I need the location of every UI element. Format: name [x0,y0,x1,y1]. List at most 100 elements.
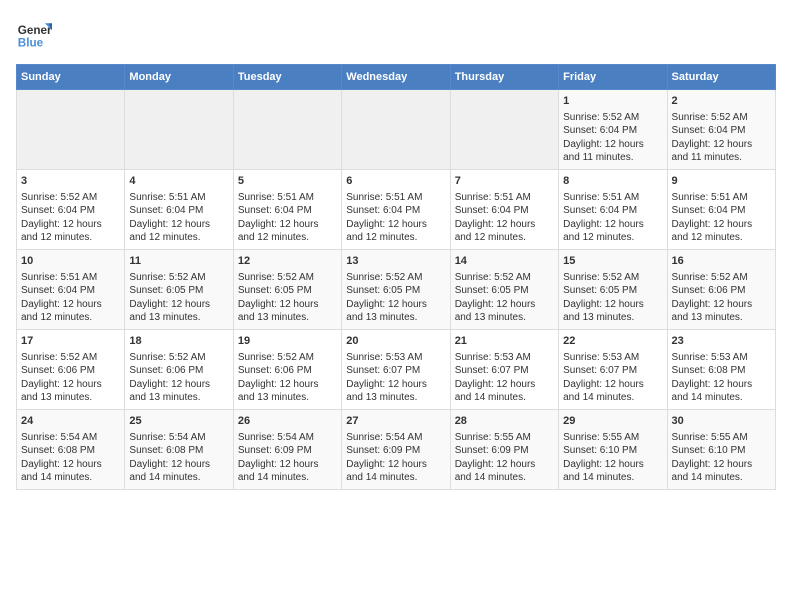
day-number: 24 [21,414,120,429]
weekday-header-thursday: Thursday [450,65,558,90]
day-info: Sunrise: 5:51 AMSunset: 6:04 PMDaylight:… [455,191,554,245]
calendar-cell [125,90,233,170]
day-info: Sunrise: 5:53 AMSunset: 6:07 PMDaylight:… [455,351,554,405]
day-number: 8 [563,174,662,189]
calendar-cell: 12Sunrise: 5:52 AMSunset: 6:05 PMDayligh… [233,250,341,330]
day-info: Sunrise: 5:55 AMSunset: 6:10 PMDaylight:… [672,431,771,485]
calendar-cell: 22 Sunrise: 5:53 AMSunset: 6:07 PMDayligh… [559,330,667,410]
calendar-cell: 16Sunrise: 5:52 AMSunset: 6:06 PMDayligh… [667,250,775,330]
day-info: Sunrise: 5:54 AMSunset: 6:09 PMDaylight:… [238,431,337,485]
weekday-header-monday: Monday [125,65,233,90]
calendar-cell [233,90,341,170]
day-number: 5 [238,174,337,189]
calendar-cell: 3 Sunrise: 5:52 AMSunset: 6:04 PMDaylight… [17,170,125,250]
calendar-cell: 18 Sunrise: 5:52 AMSunset: 6:06 PMDayligh… [125,330,233,410]
calendar-cell: 20 Sunrise: 5:53 AMSunset: 6:07 PMDayligh… [342,330,450,410]
day-info: Sunrise: 5:51 AMSunset: 6:04 PMDaylight:… [563,191,662,245]
svg-text:General: General [18,24,52,37]
calendar-table: SundayMondayTuesdayWednesdayThursdayFrid… [16,64,776,490]
day-info: Sunrise: 5:52 AMSunset: 6:06 PMDaylight:… [129,351,228,405]
calendar-header: SundayMondayTuesdayWednesdayThursdayFrid… [17,65,776,90]
calendar-cell: 15 Sunrise: 5:52 AMSunset: 6:05 PMDayligh… [559,250,667,330]
calendar-cell: 28Sunrise: 5:55 AMSunset: 6:09 PMDayligh… [450,410,558,490]
day-number: 1 [563,94,662,109]
day-info: Sunrise: 5:51 AMSunset: 6:04 PMDaylight:… [129,191,228,245]
day-info: Sunrise: 5:52 AMSunset: 6:06 PMDaylight:… [21,351,120,405]
day-number: 26 [238,414,337,429]
day-info: Sunrise: 5:51 AMSunset: 6:04 PMDaylight:… [346,191,445,245]
calendar-cell: 11 Sunrise: 5:52 AMSunset: 6:05 PMDayligh… [125,250,233,330]
calendar-cell: 8 Sunrise: 5:51 AMSunset: 6:04 PMDaylight… [559,170,667,250]
day-info: Sunrise: 5:53 AMSunset: 6:07 PMDaylight:… [563,351,662,405]
calendar-cell: 5 Sunrise: 5:51 AMSunset: 6:04 PMDaylight… [233,170,341,250]
day-info: Sunrise: 5:53 AMSunset: 6:07 PMDaylight:… [346,351,445,405]
calendar-body: 1 Sunrise: 5:52 AMSunset: 6:04 PMDaylight… [17,90,776,490]
day-number: 27 [346,414,445,429]
day-info: Sunrise: 5:55 AMSunset: 6:09 PMDaylight:… [455,431,554,485]
calendar-cell: 7Sunrise: 5:51 AMSunset: 6:04 PMDaylight… [450,170,558,250]
calendar-week-1: 3 Sunrise: 5:52 AMSunset: 6:04 PMDaylight… [17,170,776,250]
day-number: 17 [21,334,120,349]
day-number: 4 [129,174,228,189]
calendar-cell [450,90,558,170]
day-number: 22 [563,334,662,349]
day-number: 6 [346,174,445,189]
day-info: Sunrise: 5:52 AMSunset: 6:06 PMDaylight:… [672,271,771,325]
day-info: Sunrise: 5:52 AMSunset: 6:05 PMDaylight:… [455,271,554,325]
weekday-header-friday: Friday [559,65,667,90]
day-info: Sunrise: 5:55 AMSunset: 6:10 PMDaylight:… [563,431,662,485]
svg-text:Blue: Blue [18,37,44,50]
day-number: 29 [563,414,662,429]
calendar-cell: 23Sunrise: 5:53 AMSunset: 6:08 PMDayligh… [667,330,775,410]
day-info: Sunrise: 5:52 AMSunset: 6:04 PMDaylight:… [563,111,662,165]
day-info: Sunrise: 5:52 AMSunset: 6:04 PMDaylight:… [21,191,120,245]
calendar-week-4: 24 Sunrise: 5:54 AMSunset: 6:08 PMDayligh… [17,410,776,490]
calendar-cell: 30Sunrise: 5:55 AMSunset: 6:10 PMDayligh… [667,410,775,490]
day-number: 2 [672,94,771,109]
calendar-cell: 1 Sunrise: 5:52 AMSunset: 6:04 PMDaylight… [559,90,667,170]
calendar-cell: 4 Sunrise: 5:51 AMSunset: 6:04 PMDaylight… [125,170,233,250]
logo: General Blue [16,16,52,52]
calendar-cell: 24 Sunrise: 5:54 AMSunset: 6:08 PMDayligh… [17,410,125,490]
day-info: Sunrise: 5:52 AMSunset: 6:05 PMDaylight:… [238,271,337,325]
logo-icon: General Blue [16,16,52,52]
calendar-cell: 6 Sunrise: 5:51 AMSunset: 6:04 PMDaylight… [342,170,450,250]
calendar-cell [342,90,450,170]
calendar-cell: 26 Sunrise: 5:54 AMSunset: 6:09 PMDayligh… [233,410,341,490]
day-number: 9 [672,174,771,189]
weekday-header-saturday: Saturday [667,65,775,90]
calendar-cell: 29 Sunrise: 5:55 AMSunset: 6:10 PMDayligh… [559,410,667,490]
day-info: Sunrise: 5:53 AMSunset: 6:08 PMDaylight:… [672,351,771,405]
day-info: Sunrise: 5:51 AMSunset: 6:04 PMDaylight:… [672,191,771,245]
day-info: Sunrise: 5:52 AMSunset: 6:06 PMDaylight:… [238,351,337,405]
day-info: Sunrise: 5:54 AMSunset: 6:08 PMDaylight:… [129,431,228,485]
day-info: Sunrise: 5:52 AMSunset: 6:05 PMDaylight:… [563,271,662,325]
day-number: 10 [21,254,120,269]
weekday-header-tuesday: Tuesday [233,65,341,90]
day-info: Sunrise: 5:51 AMSunset: 6:04 PMDaylight:… [238,191,337,245]
calendar-cell: 27 Sunrise: 5:54 AMSunset: 6:09 PMDayligh… [342,410,450,490]
calendar-cell: 17 Sunrise: 5:52 AMSunset: 6:06 PMDayligh… [17,330,125,410]
day-number: 3 [21,174,120,189]
day-number: 14 [455,254,554,269]
day-info: Sunrise: 5:52 AMSunset: 6:05 PMDaylight:… [346,271,445,325]
day-number: 18 [129,334,228,349]
calendar-cell: 13Sunrise: 5:52 AMSunset: 6:05 PMDayligh… [342,250,450,330]
page-header: General Blue [16,16,776,52]
day-info: Sunrise: 5:52 AMSunset: 6:04 PMDaylight:… [672,111,771,165]
day-number: 15 [563,254,662,269]
calendar-cell: 21 Sunrise: 5:53 AMSunset: 6:07 PMDayligh… [450,330,558,410]
day-number: 21 [455,334,554,349]
calendar-cell: 10Sunrise: 5:51 AMSunset: 6:04 PMDayligh… [17,250,125,330]
calendar-week-0: 1 Sunrise: 5:52 AMSunset: 6:04 PMDaylight… [17,90,776,170]
weekday-header-wednesday: Wednesday [342,65,450,90]
day-number: 19 [238,334,337,349]
day-number: 11 [129,254,228,269]
calendar-week-3: 17 Sunrise: 5:52 AMSunset: 6:06 PMDayligh… [17,330,776,410]
day-info: Sunrise: 5:54 AMSunset: 6:09 PMDaylight:… [346,431,445,485]
calendar-cell: 9 Sunrise: 5:51 AMSunset: 6:04 PMDaylight… [667,170,775,250]
calendar-week-2: 10Sunrise: 5:51 AMSunset: 6:04 PMDayligh… [17,250,776,330]
day-info: Sunrise: 5:54 AMSunset: 6:08 PMDaylight:… [21,431,120,485]
day-number: 20 [346,334,445,349]
day-info: Sunrise: 5:52 AMSunset: 6:05 PMDaylight:… [129,271,228,325]
